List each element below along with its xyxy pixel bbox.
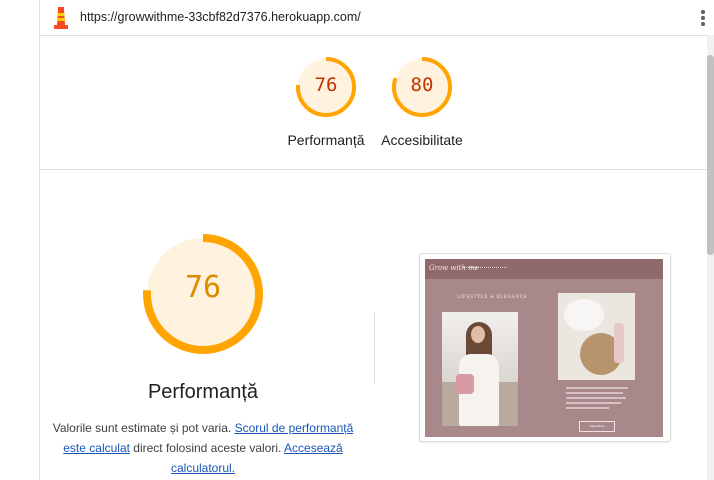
lighthouse-icon [54, 7, 68, 29]
gauge-label: Accesibilitate [381, 132, 463, 148]
scrollbar[interactable] [707, 35, 714, 480]
vertical-separator [374, 312, 375, 384]
screenshot-products-photo [558, 293, 635, 380]
section-divider [40, 169, 707, 170]
screenshot-image: Grow with me LIFESTYLE & ELEGANCE Read M… [425, 259, 663, 437]
left-panel-border [39, 0, 40, 480]
scrollbar-thumb[interactable] [707, 55, 714, 255]
performance-title: Performanță [147, 381, 259, 403]
performance-score: 76 [184, 270, 222, 305]
page-url[interactable]: https://growwithme-33cbf82d7376.herokuap… [80, 10, 361, 24]
kebab-menu-icon[interactable] [700, 10, 706, 26]
screenshot-text-lines [566, 387, 628, 412]
gauge-accessibility[interactable]: 80 Accesibilitate [377, 55, 467, 148]
report-topbar: https://growwithme-33cbf82d7376.herokuap… [40, 0, 714, 36]
gauge-score: 76 [314, 74, 338, 96]
screenshot-woman-photo [442, 312, 518, 426]
desc-text-middle: direct folosind aceste valori. [129, 441, 285, 455]
screenshot-navbar: Grow with me [425, 259, 663, 279]
screenshot-heading: LIFESTYLE & ELEGANCE [457, 295, 528, 300]
performance-description: Valorile sunt estimate și pot varia. Sco… [46, 418, 360, 478]
gauge-score: 80 [410, 74, 434, 96]
screenshot-nav-links [463, 267, 507, 271]
desc-text: Valorile sunt estimate și pot varia. [52, 421, 235, 435]
gauge-performance[interactable]: 76 Performanță [281, 55, 371, 148]
page-screenshot-thumbnail[interactable]: Grow with me LIFESTYLE & ELEGANCE Read M… [419, 253, 671, 442]
screenshot-button: Read More [579, 421, 615, 432]
